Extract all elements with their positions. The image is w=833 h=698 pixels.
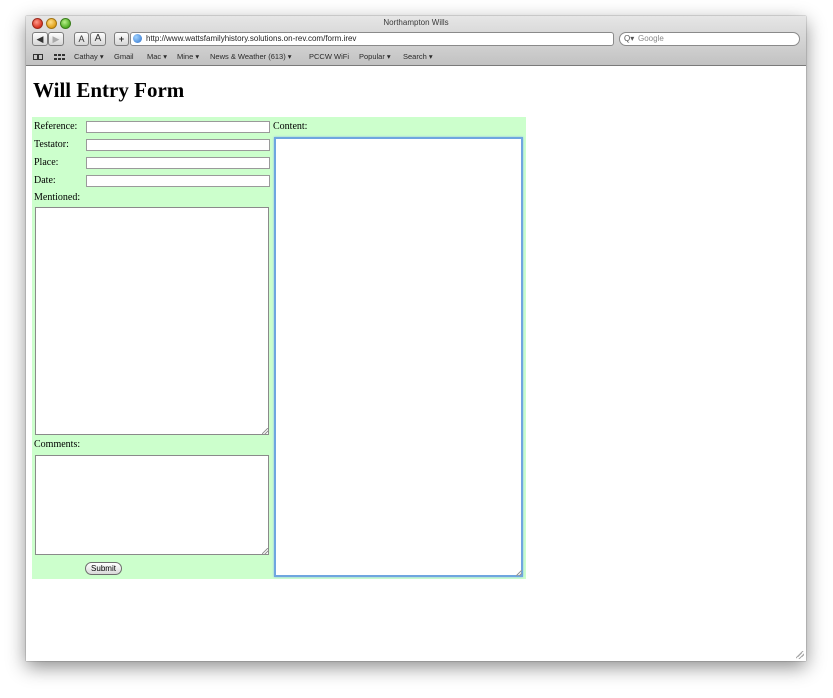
browser-chrome: Northampton Wills ◀ ▶ A A + http://www.w… <box>26 16 806 66</box>
page-content: Will Entry Form Reference: Testator: Pla… <box>26 66 806 661</box>
submit-button[interactable]: Submit <box>85 562 122 575</box>
mentioned-textarea-wrap <box>35 207 269 435</box>
reference-input[interactable] <box>86 121 270 133</box>
comments-textarea[interactable] <box>35 455 269 555</box>
bookmarks-bar: Cathay ▾ Gmail Mac ▾ Mine ▾ News & Weath… <box>26 50 806 64</box>
mentioned-label: Mentioned: <box>34 192 81 203</box>
title-bar: Northampton Wills <box>26 16 806 32</box>
content-textarea-wrap <box>274 137 523 577</box>
bookmark-item[interactable]: Mac ▾ <box>147 50 167 64</box>
bookmark-item[interactable]: Cathay ▾ <box>74 50 104 64</box>
search-icon: Q▾ <box>624 34 635 43</box>
will-entry-form: Reference: Testator: Place: Date: Mentio… <box>32 117 526 579</box>
reading-list-icon[interactable] <box>33 54 43 60</box>
address-bar[interactable]: http://www.wattsfamilyhistory.solutions.… <box>130 32 614 46</box>
comments-textarea-wrap <box>35 455 269 555</box>
date-label: Date: <box>34 175 56 186</box>
place-label: Place: <box>34 157 59 168</box>
window-resize-grip-icon[interactable] <box>796 651 804 659</box>
search-field[interactable]: Q▾ Google <box>619 32 800 46</box>
testator-input[interactable] <box>86 139 270 151</box>
back-button[interactable]: ◀ <box>32 32 48 46</box>
resize-grip-icon[interactable] <box>516 570 522 576</box>
place-input[interactable] <box>86 157 270 169</box>
bookmark-item[interactable]: Popular ▾ <box>359 50 391 64</box>
browser-window: Northampton Wills ◀ ▶ A A + http://www.w… <box>26 16 806 661</box>
testator-label: Testator: <box>34 139 69 150</box>
content-textarea[interactable] <box>274 137 523 577</box>
mentioned-textarea[interactable] <box>35 207 269 435</box>
bookmark-item[interactable]: News & Weather (613) ▾ <box>210 50 292 64</box>
resize-grip-icon[interactable] <box>262 548 268 554</box>
date-input[interactable] <box>86 175 270 187</box>
reference-label: Reference: <box>34 121 78 132</box>
resize-grip-icon[interactable] <box>262 428 268 434</box>
add-bookmark-button[interactable]: + <box>114 32 129 46</box>
bookmark-item[interactable]: Search ▾ <box>403 50 433 64</box>
text-smaller-button[interactable]: A <box>74 32 89 46</box>
content-label: Content: <box>273 121 308 132</box>
page-title: Will Entry Form <box>33 78 185 102</box>
bookmark-item[interactable]: PCCW WiFi <box>309 50 349 64</box>
comments-label: Comments: <box>34 439 81 450</box>
text-bigger-button[interactable]: A <box>90 32 106 46</box>
globe-icon <box>133 34 142 43</box>
address-url: http://www.wattsfamilyhistory.solutions.… <box>146 34 357 43</box>
top-sites-grid-icon[interactable] <box>54 54 65 60</box>
search-placeholder: Google <box>638 34 664 43</box>
window-title: Northampton Wills <box>383 18 449 27</box>
forward-button[interactable]: ▶ <box>48 32 64 46</box>
toolbar: ◀ ▶ A A + http://www.wattsfamilyhistory.… <box>26 31 806 49</box>
bookmark-item[interactable]: Mine ▾ <box>177 50 199 64</box>
bookmark-item[interactable]: Gmail <box>114 50 134 64</box>
